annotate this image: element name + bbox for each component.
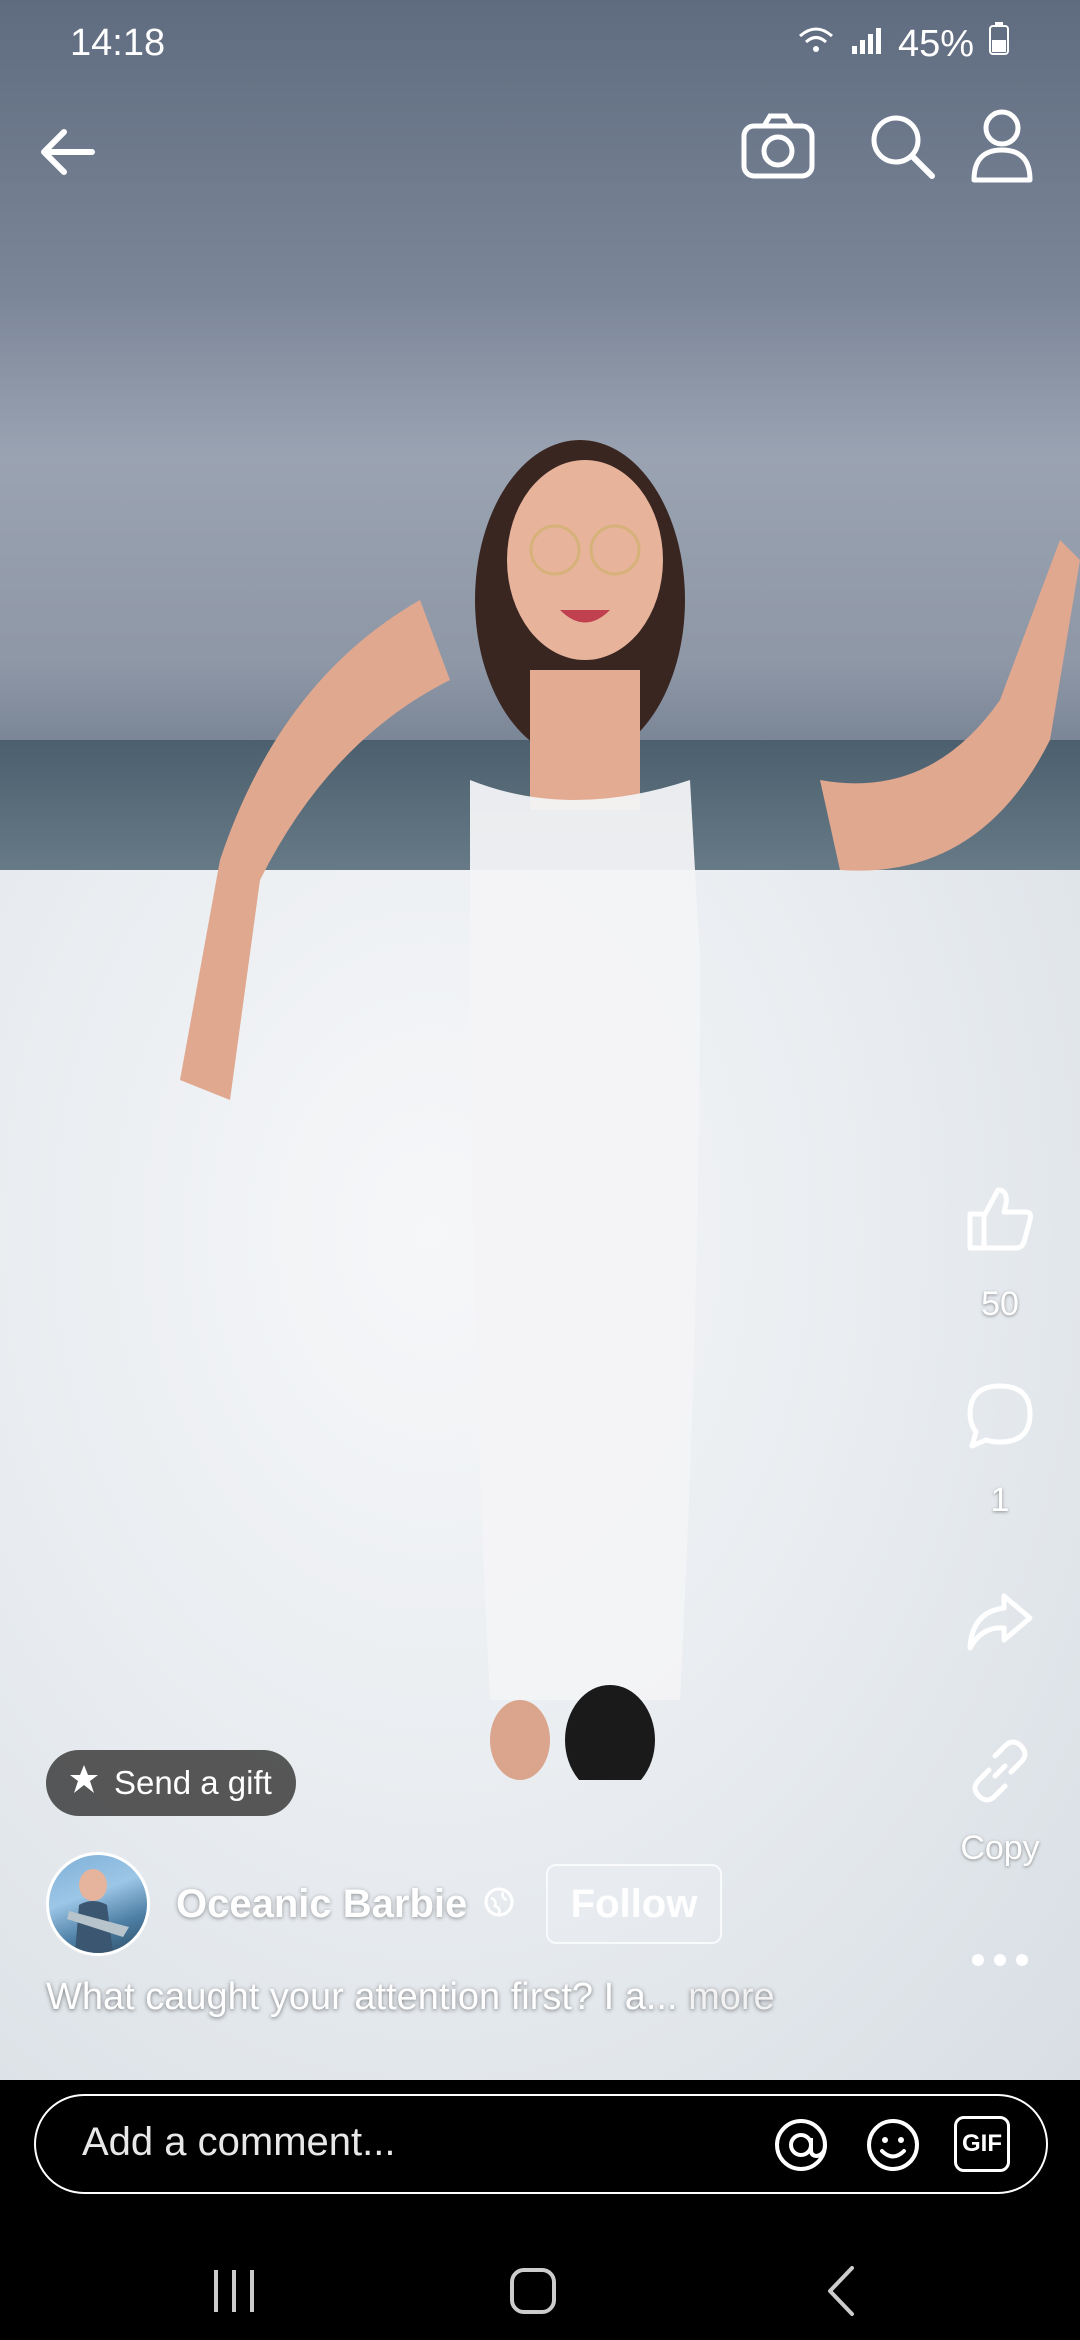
comment-input[interactable]: Add a comment... GIF	[34, 2094, 1048, 2194]
link-icon[interactable]	[920, 1736, 1080, 1811]
globe-icon	[483, 1886, 515, 1923]
arrow-left-icon[interactable]	[36, 120, 100, 189]
send-gift-button[interactable]: Send a gift	[46, 1750, 296, 1816]
emoji-icon[interactable]	[864, 2116, 922, 2179]
copy-action[interactable]: Copy	[920, 1736, 1080, 1868]
gif-button[interactable]: GIF	[954, 2116, 1010, 2172]
home-icon[interactable]	[508, 2266, 558, 2321]
right-arm	[820, 540, 1080, 871]
copy-label: Copy	[960, 1829, 1040, 1867]
like-count: 50	[981, 1285, 1019, 1323]
share-action[interactable]	[920, 1590, 1080, 1659]
system-nav-bar	[0, 2230, 1080, 2340]
avatar[interactable]	[46, 1852, 150, 1956]
search-icon[interactable]	[866, 110, 938, 187]
comment-count: 1	[990, 1481, 1010, 1519]
camera-icon[interactable]	[740, 112, 816, 187]
left-arm	[180, 600, 450, 1100]
more-dots-icon[interactable]	[920, 1950, 1080, 1975]
send-gift-label: Send a gift	[114, 1764, 272, 1801]
author-row: Oceanic Barbie	[46, 1852, 515, 1956]
person-icon[interactable]	[968, 108, 1036, 189]
speech-bubble-icon[interactable]	[920, 1380, 1080, 1457]
recent-apps-icon[interactable]	[210, 2268, 258, 2319]
thumbs-up-icon[interactable]	[920, 1180, 1080, 1261]
caption-text: What caught your attention first? I a...	[46, 1976, 678, 2018]
top-bar	[0, 100, 1080, 210]
comment-action[interactable]: 1	[920, 1380, 1080, 1520]
system-back-icon[interactable]	[822, 2264, 858, 2323]
comment-placeholder: Add a comment...	[82, 2120, 396, 2164]
battery-percent: 45%	[897, 22, 974, 65]
battery-icon	[988, 22, 1010, 66]
caption-more-link[interactable]: more	[688, 1976, 775, 2018]
follow-button[interactable]: Follow	[546, 1864, 722, 1944]
mention-icon[interactable]	[772, 2116, 830, 2179]
wifi-icon	[796, 23, 836, 66]
share-arrow-icon[interactable]	[920, 1590, 1080, 1659]
comment-bar: Add a comment... GIF	[0, 2080, 1080, 2230]
author-name[interactable]: Oceanic Barbie	[176, 1882, 467, 1927]
status-icons: 45%	[796, 22, 1010, 66]
status-time: 14:18	[70, 22, 166, 64]
caption[interactable]: What caught your attention first? I a...…	[46, 1976, 775, 2019]
signal-icon	[850, 23, 884, 66]
like-action[interactable]: 50	[920, 1180, 1080, 1324]
gift-sparkle-icon	[66, 1761, 102, 1805]
status-bar: 14:18 45%	[0, 0, 1080, 72]
